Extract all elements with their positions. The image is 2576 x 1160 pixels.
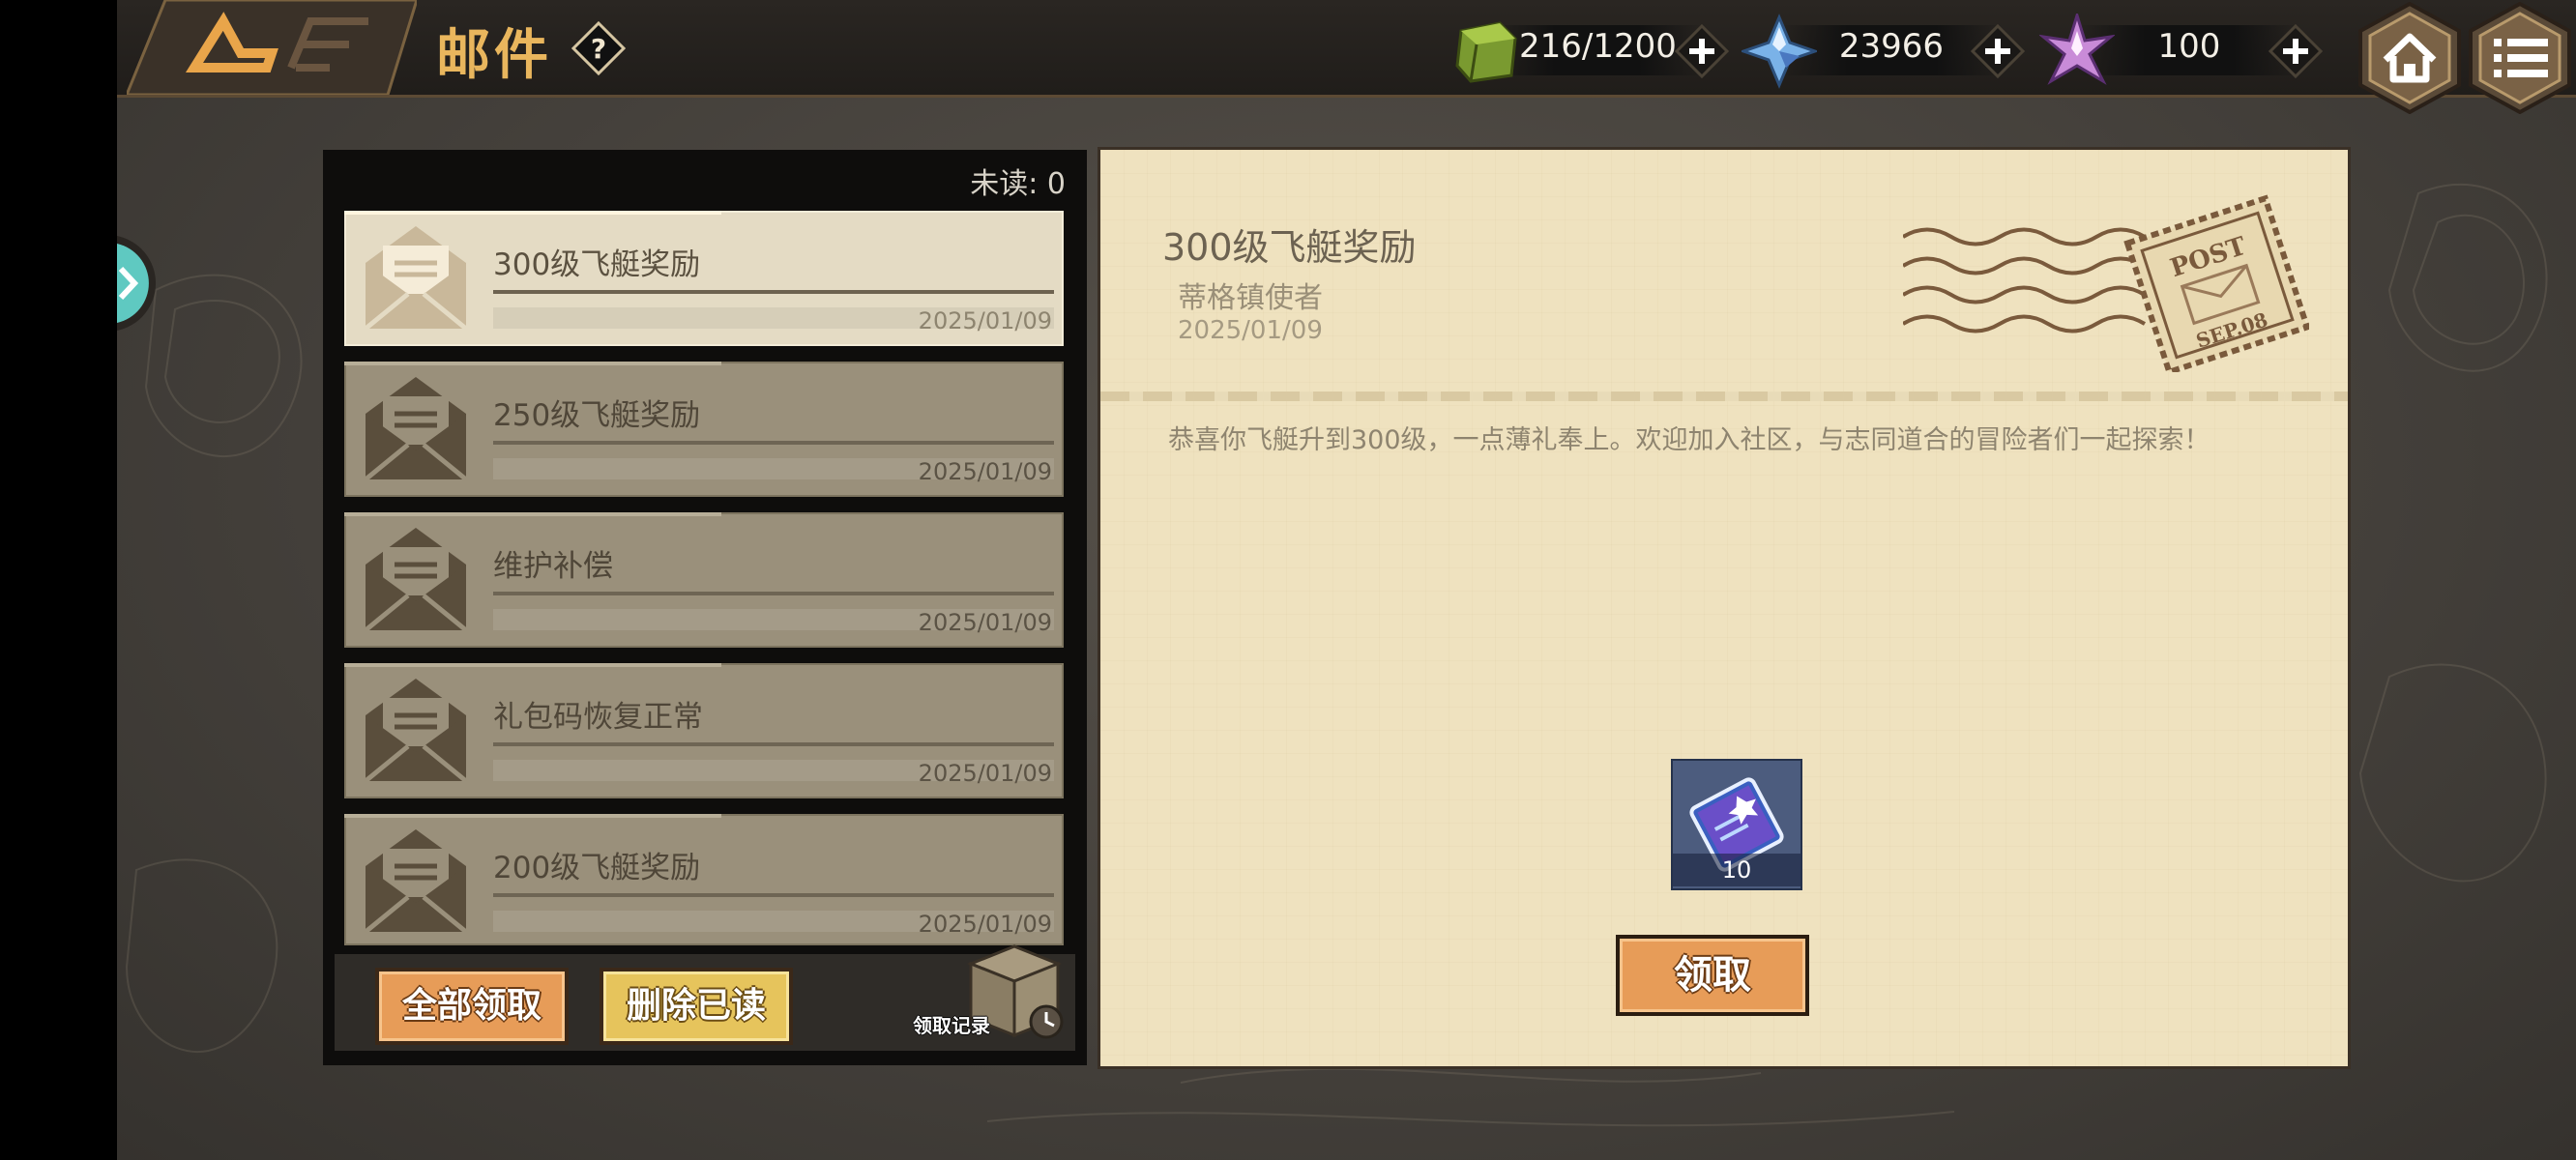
home-icon[interactable] (2356, 2, 2463, 114)
crystal-icon (1742, 14, 1817, 89)
claim-button[interactable]: 领取 (1616, 935, 1809, 1016)
resource-value: 216/1200 (1519, 27, 1677, 66)
mail-date: 2025/01/09 (918, 458, 1052, 485)
envelope-icon (364, 377, 468, 481)
resource-crystal: 23966 (1742, 14, 2061, 89)
expand-side-tab-button[interactable] (117, 232, 171, 334)
mail-body-text: 恭喜你飞艇升到300级，一点薄礼奉上。欢迎加入社区，与志同道合的冒险者们一起探索… (1168, 425, 2210, 455)
game-logo (127, 0, 417, 95)
mail-title: 200级飞艇奖励 (493, 851, 701, 885)
mail-item-300-airship-reward[interactable]: 300级飞艇奖励 2025/01/09 (344, 211, 1064, 346)
unread-count: 未读: 0 (970, 167, 1066, 201)
claim-record-label[interactable]: 领取记录 (913, 1010, 990, 1038)
resource-star-crystal: 100 (2039, 14, 2358, 85)
mail-date: 2025/01/09 (918, 307, 1052, 334)
resource-stamina: 216/1200 (1451, 17, 1780, 85)
mail-sender: 蒂格镇使者 (1178, 281, 1323, 315)
envelope-icon (364, 679, 468, 783)
claim-all-button[interactable]: 全部领取 (375, 968, 569, 1045)
question-icon[interactable]: ? (571, 21, 626, 75)
add-stamina-button[interactable] (1674, 23, 1730, 79)
green-cube-icon (1455, 21, 1517, 83)
mail-title: 250级飞艇奖励 (493, 398, 701, 433)
mail-detail-title: 300级飞艇奖励 (1162, 226, 1417, 269)
mail-title: 礼包码恢复正常 (493, 700, 703, 735)
menu-icon[interactable] (2467, 2, 2573, 114)
mail-item-200-airship-reward[interactable]: 200级飞艇奖励 2025/01/09 (344, 814, 1064, 945)
mail-detail-date: 2025/01/09 (1178, 316, 1323, 345)
mail-detail-panel: 300级飞艇奖励 蒂格镇使者 2025/01/09 POST SEP.08 恭喜… (1098, 147, 2351, 1069)
resource-value: 100 (2157, 27, 2221, 66)
envelope-icon (364, 829, 468, 934)
envelope-icon (364, 226, 468, 331)
game-screen: 邮件 ? 216/1200 23966 100 未读: 0 300级飞艇奖励 2… (117, 0, 2576, 1160)
mail-item-gift-code-restored[interactable]: 礼包码恢复正常 2025/01/09 (344, 663, 1064, 798)
top-bar: 邮件 ? 216/1200 23966 100 (117, 0, 2576, 114)
letter-divider (1100, 392, 2348, 401)
add-crystal-button[interactable] (1970, 23, 2026, 79)
delete-read-button[interactable]: 删除已读 (600, 968, 793, 1045)
mail-title: 300级飞艇奖励 (493, 247, 701, 282)
envelope-icon (364, 528, 468, 632)
mail-date: 2025/01/09 (918, 609, 1052, 636)
mail-list-footer: 全部领取 删除已读 领取记录 (335, 944, 1075, 1051)
star-crystal-icon (2039, 14, 2115, 85)
svg-text:?: ? (591, 33, 606, 65)
mail-list-panel: 未读: 0 300级飞艇奖励 2025/01/09 250级飞艇奖励 2025/… (323, 150, 1087, 1065)
page-title: 邮件 (436, 24, 552, 87)
add-star-crystal-button[interactable] (2268, 23, 2324, 79)
mail-item-250-airship-reward[interactable]: 250级飞艇奖励 2025/01/09 (344, 362, 1064, 497)
mail-title: 维护补偿 (493, 549, 613, 584)
resource-value: 23966 (1838, 27, 1945, 66)
reward-count: 10 (1673, 854, 1800, 886)
mail-date: 2025/01/09 (918, 760, 1052, 787)
reward-item-slot[interactable]: 10 (1671, 759, 1802, 890)
mail-item-maintenance-compensation[interactable]: 维护补偿 2025/01/09 (344, 512, 1064, 648)
postmark-stamp-icon: POST SEP.08 (1903, 194, 2309, 372)
mail-date: 2025/01/09 (918, 911, 1052, 938)
